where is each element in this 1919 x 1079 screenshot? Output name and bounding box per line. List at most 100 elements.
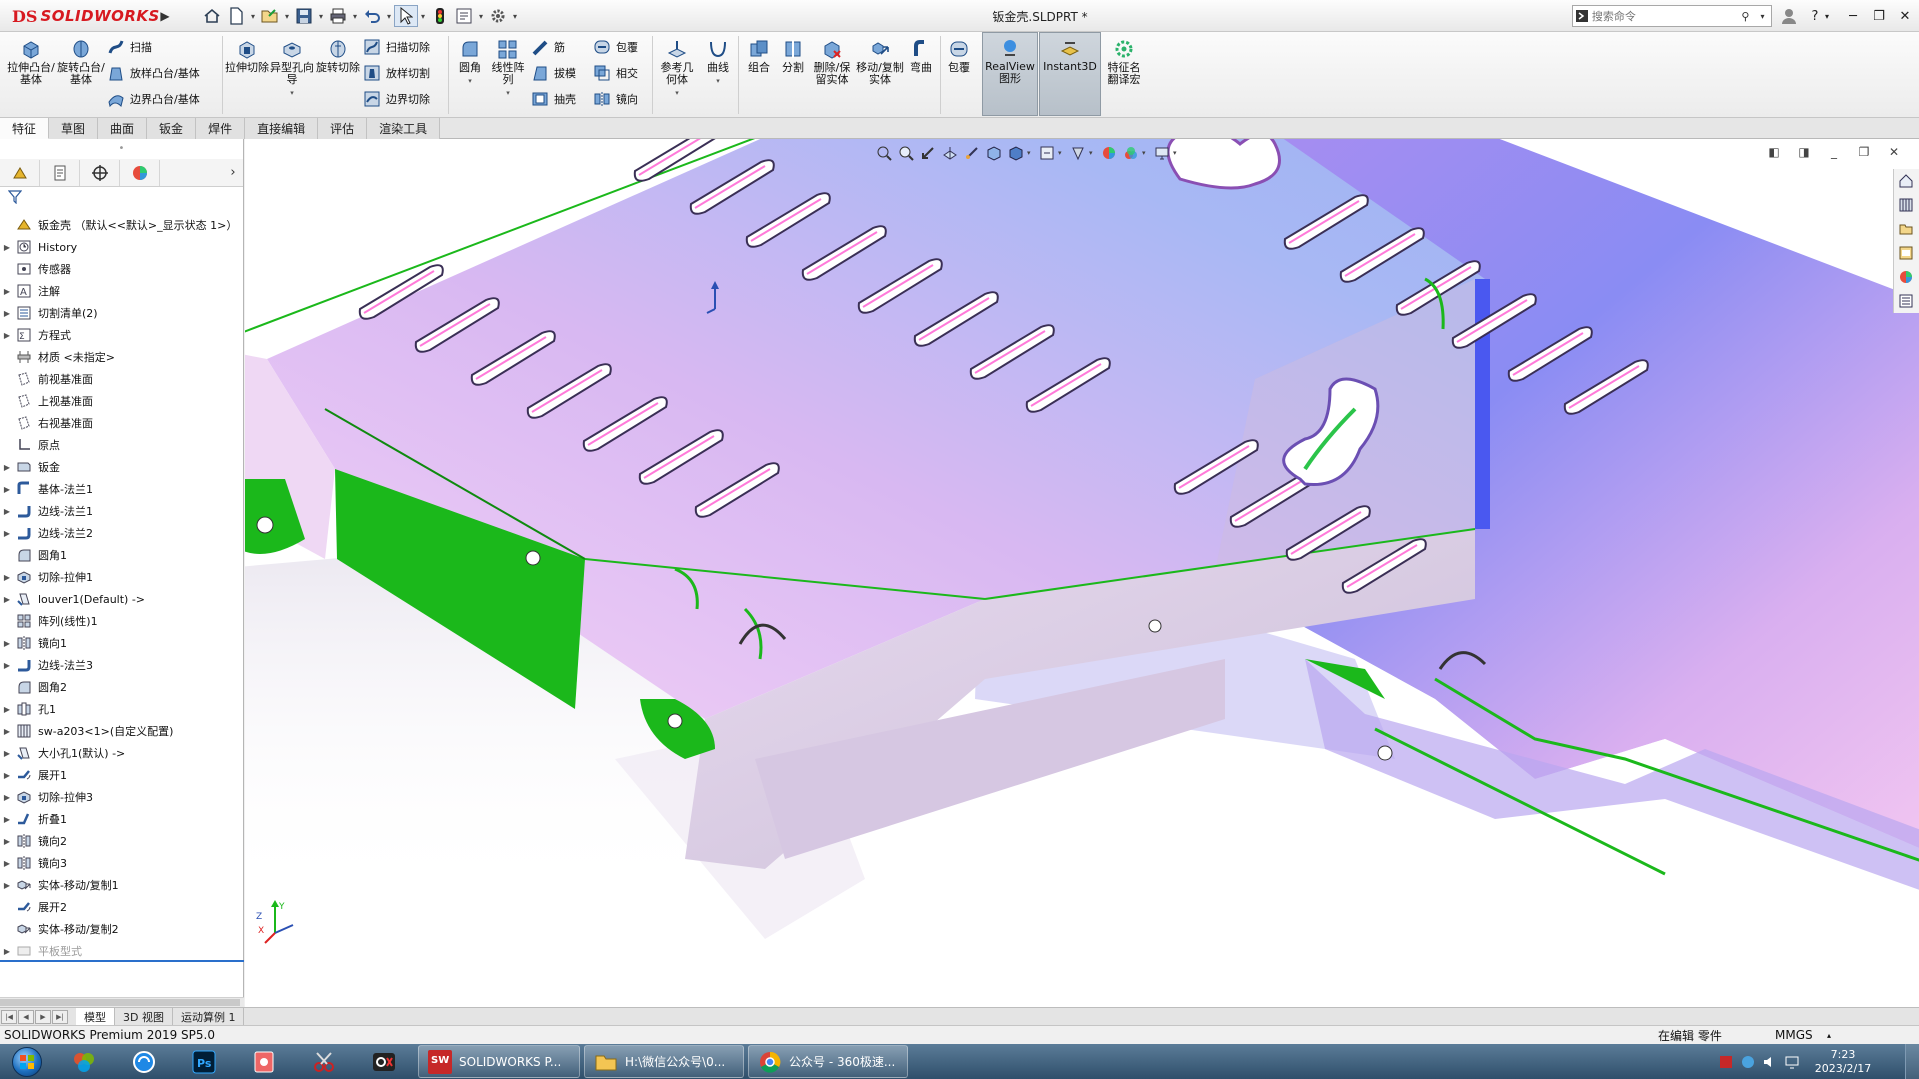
tree-root[interactable]: 钣金壳 （默认<<默认>_显示状态 1>） (0, 214, 244, 236)
lofted-cut-button[interactable]: 放样切割 (362, 62, 430, 84)
tab-sheet-metal[interactable]: 钣金 (147, 118, 197, 139)
recorder-app-icon[interactable] (354, 1044, 414, 1079)
expand-arrow-icon[interactable]: ▶ (0, 793, 14, 802)
solidworks-logo[interactable]: DS SOLIDWORKS (12, 4, 160, 28)
boundary-boss-button[interactable]: 边界凸台/基体 (106, 88, 200, 110)
expand-arrow-icon[interactable]: ▶ (0, 331, 14, 340)
expand-arrow-icon[interactable]: ▶ (0, 573, 14, 582)
boundary-cut-button[interactable]: 边界切除 (362, 88, 430, 110)
tab-weldments[interactable]: 焊件 (196, 118, 246, 139)
expand-arrow-icon[interactable]: ▶ (0, 705, 14, 714)
tree-item[interactable]: ▶ 基体-法兰1 (0, 478, 244, 500)
tree-item[interactable]: ▶ 大小孔1(默认) -> (0, 742, 244, 764)
graphics-area[interactable]: ▾ ▾ ▾ ▾ ▾ ◧ ◨ _ ❐ ✕ Z X Y (245, 139, 1919, 1007)
print-dropdown-icon[interactable]: ▾ (350, 5, 360, 27)
tab-model[interactable]: 模型 (76, 1008, 115, 1025)
collapse-left-icon[interactable]: ◧ (1759, 143, 1789, 161)
panel-expand-arrow-icon[interactable]: › (223, 165, 243, 180)
viewport-minimize-icon[interactable]: _ (1819, 143, 1849, 161)
viewport-close-icon[interactable]: ✕ (1879, 143, 1909, 161)
display-icon[interactable] (1781, 1051, 1803, 1073)
taskbar-window-360-browser[interactable]: 公众号 - 360极速... (748, 1045, 908, 1078)
expand-arrow-icon[interactable]: ▶ (0, 639, 14, 648)
photos-app-icon[interactable] (54, 1044, 114, 1079)
tab-direct-editing[interactable]: 直接编辑 (245, 118, 319, 139)
expand-arrow-icon[interactable]: ▶ (0, 815, 14, 824)
tab-motion-study[interactable]: 运动算例 1 (173, 1008, 245, 1025)
extrude-boss-button[interactable]: 拉伸凸台/基体 (6, 34, 56, 86)
intersect-button[interactable]: 相交 (592, 62, 638, 84)
panel-grip[interactable]: • (0, 139, 243, 159)
fillet-dropdown-icon[interactable]: ▾ (468, 75, 472, 87)
expand-arrow-icon[interactable]: ▶ (0, 771, 14, 780)
tree-item[interactable]: ▶ 折叠1 (0, 808, 244, 830)
realview-button[interactable]: RealView图形 (982, 32, 1038, 116)
print-icon[interactable] (326, 5, 350, 27)
start-button[interactable] (0, 1044, 54, 1079)
new-file-icon[interactable] (224, 5, 248, 27)
wrap-small-button[interactable]: 包覆 (592, 36, 638, 58)
options-gear-icon[interactable] (486, 5, 510, 27)
expand-arrow-icon[interactable]: ▶ (0, 837, 14, 846)
combine-button[interactable]: 组合 (742, 34, 776, 74)
tree-item[interactable]: ▶ 展开1 (0, 764, 244, 786)
tab-evaluate[interactable]: 评估 (318, 118, 368, 139)
expand-arrow-icon[interactable]: ▶ (0, 529, 14, 538)
instant3d-button[interactable]: Instant3D (1039, 32, 1101, 116)
expand-arrow-icon[interactable]: ▶ (0, 727, 14, 736)
tree-item[interactable]: ▶ louver1(Default) -> (0, 588, 244, 610)
tree-item[interactable]: ▶ Σ 方程式 (0, 324, 244, 346)
user-icon[interactable] (1776, 4, 1802, 28)
feature-translate-macro-button[interactable]: 特征名翻译宏 (1104, 34, 1144, 86)
filter-icon[interactable] (0, 187, 243, 207)
viewport-restore-icon[interactable]: ❐ (1849, 143, 1879, 161)
open-file-icon[interactable] (258, 5, 282, 27)
properties-dropdown-icon[interactable]: ▾ (476, 5, 486, 27)
view-settings-icon[interactable] (1120, 142, 1142, 164)
help-dropdown-icon[interactable]: ▾ (1820, 4, 1834, 28)
search-box[interactable]: ⚲ ▾ (1572, 5, 1772, 27)
section-view-icon[interactable] (939, 142, 961, 164)
tree-item[interactable]: 右视基准面 (0, 412, 244, 434)
show-desktop-button[interactable] (1905, 1044, 1919, 1079)
open-dropdown-icon[interactable]: ▾ (282, 5, 292, 27)
pattern-dropdown-icon[interactable]: ▾ (506, 87, 510, 99)
taskbar-window-explorer[interactable]: H:\微信公众号\0... (584, 1045, 744, 1078)
revolve-cut-button[interactable]: 旋转切除 (316, 34, 360, 74)
menu-expand-arrow-icon[interactable]: ▶ (158, 6, 172, 26)
flex-button[interactable]: 弯曲 (906, 34, 936, 74)
collapse-right-icon[interactable]: ◨ (1789, 143, 1819, 161)
expand-arrow-icon[interactable]: ▶ (0, 749, 14, 758)
save-icon[interactable] (292, 5, 316, 27)
rebuild-icon[interactable] (428, 5, 452, 27)
save-dropdown-icon[interactable]: ▾ (316, 5, 326, 27)
tree-item[interactable]: ▶ 切割清单(2) (0, 302, 244, 324)
shell-button[interactable]: 抽壳 (530, 88, 576, 110)
tab-sketch[interactable]: 草图 (49, 118, 99, 139)
view-orientation-icon[interactable] (983, 142, 1005, 164)
tree-item[interactable]: ▶ 边线-法兰2 (0, 522, 244, 544)
tray-network-icon[interactable] (1737, 1051, 1759, 1073)
tree-item[interactable]: 传感器 (0, 258, 244, 280)
appearance-dropdown-icon[interactable]: ▾ (1089, 149, 1098, 157)
expand-arrow-icon[interactable]: ▶ (0, 507, 14, 516)
apply-scene-icon[interactable] (1098, 142, 1120, 164)
taskbar-window-solidworks[interactable]: SW SOLIDWORKS P... (418, 1045, 580, 1078)
ref-geometry-dropdown-icon[interactable]: ▾ (675, 87, 679, 99)
feature-manager-tab-icon[interactable] (0, 159, 40, 186)
search-input[interactable] (1591, 9, 1737, 23)
tree-item[interactable]: 圆角2 (0, 676, 244, 698)
expand-arrow-icon[interactable]: ▶ (0, 485, 14, 494)
tree-item[interactable]: ▶ 镜向2 (0, 830, 244, 852)
extrude-cut-button[interactable]: 拉伸切除 (225, 34, 269, 74)
snipping-app-icon[interactable] (294, 1044, 354, 1079)
view-palette-icon[interactable] (1894, 241, 1918, 265)
split-button[interactable]: 分割 (776, 34, 810, 74)
last-tab-icon[interactable]: ▶| (52, 1009, 68, 1024)
tab-3d-view[interactable]: 3D 视图 (115, 1008, 173, 1025)
scrollbar-thumb[interactable] (0, 999, 240, 1006)
dynamic-annotation-icon[interactable] (961, 142, 983, 164)
zoom-area-icon[interactable] (895, 142, 917, 164)
revolve-boss-button[interactable]: 旋转凸台/基体 (56, 34, 106, 86)
next-tab-icon[interactable]: ▶ (35, 1009, 51, 1024)
